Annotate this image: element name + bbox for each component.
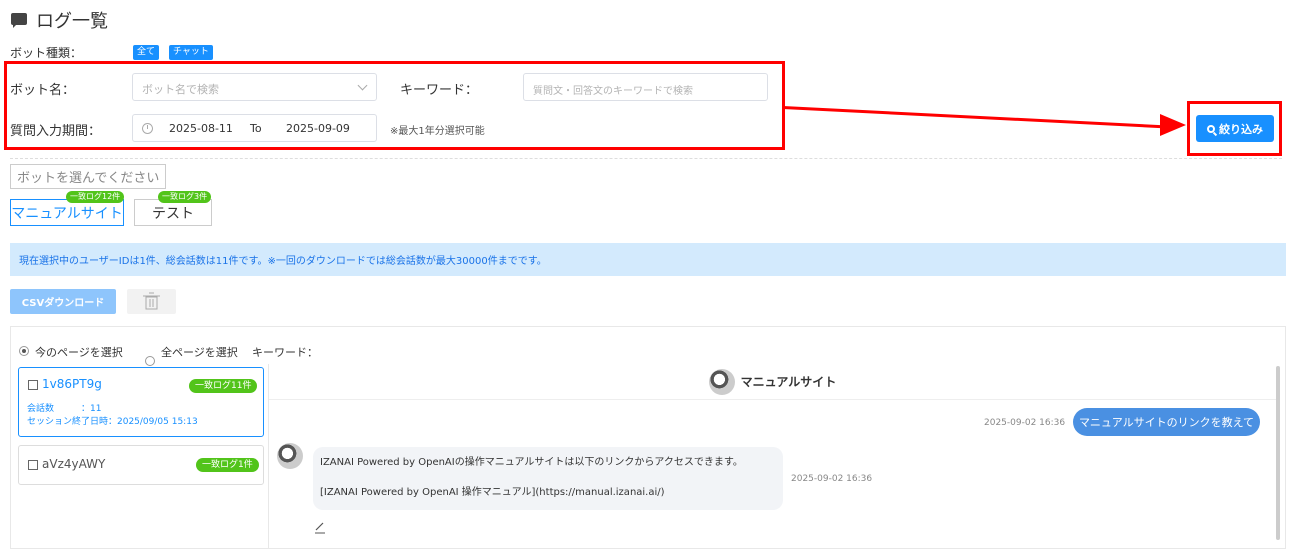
delete-button[interactable] [127,289,176,314]
info-text: 現在選択中のユーザーIDは1件、総会話数は11件です。※一回のダウンロードでは総… [19,256,547,267]
filter-search-button[interactable]: 絞り込み [1196,115,1274,142]
annotation-arrow-line [782,106,1161,129]
page-title-text: ログ一覧 [36,11,108,32]
user-card[interactable]: 1v86PT9g 一致ログ11件 会話数 ：11 セッション終了日時：2025/… [18,367,264,437]
tag-all[interactable]: 全て [133,45,160,60]
annotation-arrow-head [1160,114,1186,136]
bot-message: IZANAI Powered by OpenAIの操作マニュアルサイトは以下のリ… [313,447,783,510]
keyword-placeholder: 質問文・回答文のキーワードで検索 [533,86,693,97]
bot-type-label: ボット種類： [10,46,83,60]
date-separator: To [250,122,262,135]
keyword-input[interactable]: 質問文・回答文のキーワードで検索 [523,73,768,101]
user-message-text: マニュアルサイトのリンクを教えて [1078,416,1255,429]
search-icon [1207,124,1215,133]
period-note: ※最大1年分選択可能 [390,126,485,137]
match-badge: 一致ログ3件 [158,191,212,203]
user-msg-time: 2025-09-02 16:36 [984,418,1066,428]
edit-icon[interactable] [314,521,326,535]
match-badge: 一致ログ1件 [196,458,259,472]
csv-download-label: CSVダウンロード [21,298,105,309]
radio-all-pages-label: 全ページを選択 [161,346,238,359]
chat-title: マニュアルサイト [740,375,837,389]
radio-all-pages[interactable] [145,356,155,366]
csv-download-button[interactable]: CSVダウンロード [10,289,116,314]
info-bar: 現在選択中のユーザーIDは1件、総会話数は11件です。※一回のダウンロードでは総… [10,243,1286,276]
radio-current-page[interactable] [19,346,29,356]
comment-icon [10,12,28,28]
bot-message-line: IZANAI Powered by OpenAIの操作マニュアルサイトは以下のリ… [320,457,743,468]
session-end: セッション終了日時：2025/09/05 15:13 [27,417,198,427]
bot-message-link[interactable]: [IZANAI Powered by OpenAI 操作マニュアル](https… [320,486,665,500]
match-badge: 一致ログ12件 [66,191,125,203]
bot-name-placeholder: ボット名で検索 [142,83,219,96]
page-title: ログ一覧 [10,7,108,33]
bot-tab-manual-site[interactable]: マニュアルサイト [10,199,124,226]
bot-tab-label: マニュアルサイト [11,205,123,222]
radio-current-page-label: 今のページを選択 [35,346,123,359]
chevron-down-icon [357,80,368,91]
user-message: マニュアルサイトのリンクを教えて [1073,408,1260,436]
user-id: aVz4yAWY [42,457,106,471]
user-id: 1v86PT9g [42,377,102,391]
divider [10,158,1282,159]
bot-select-hint: ボットを選んでください [10,164,167,189]
date-to[interactable]: 2025-09-09 [286,122,350,135]
clock-icon [142,123,153,134]
trash-icon [143,292,160,310]
bot-avatar [277,443,303,469]
bot-avatar [708,368,735,395]
match-badge: 一致ログ11件 [189,379,258,393]
bot-msg-time: 2025-09-02 16:36 [791,474,873,484]
session-count: 会話数 ：11 [27,404,102,414]
bot-tab-label: テスト [152,205,194,222]
keyword-label: キーワード： [400,83,479,98]
filter-search-label: 絞り込み [1219,122,1263,136]
bot-name-label: ボット名： [10,83,76,98]
bot-name-select[interactable]: ボット名で検索 [132,73,377,101]
scrollbar[interactable] [1276,366,1280,540]
chat-header: マニュアルサイト [269,364,1276,400]
tag-chat[interactable]: チャット [169,45,213,60]
selection-keyword-label: キーワード： [252,346,318,359]
period-label: 質問入力期間： [10,124,102,139]
date-range-picker[interactable]: 2025-08-11 To 2025-09-09 [132,114,377,142]
date-from[interactable]: 2025-08-11 [169,122,233,135]
user-checkbox[interactable] [28,380,38,390]
user-checkbox[interactable] [28,460,38,470]
user-card[interactable]: aVz4yAWY 一致ログ1件 [18,445,264,485]
bot-tab-test[interactable]: テスト [134,199,212,226]
